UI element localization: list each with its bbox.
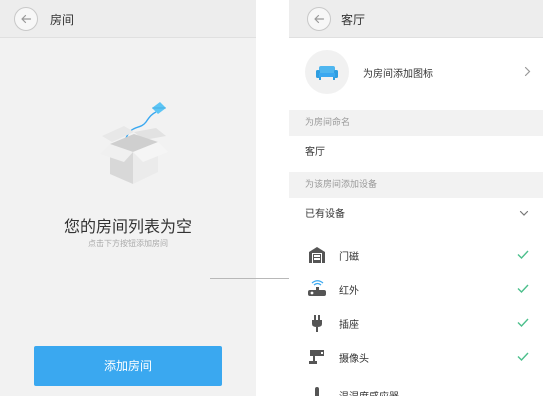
device-filter-value: 已有设备 — [305, 209, 345, 220]
page-title: 客厅 — [341, 13, 366, 27]
empty-state-subtitle: 点击下方按钮添加房间 — [88, 239, 168, 248]
check-icon — [517, 284, 529, 293]
empty-box-illustration — [100, 102, 168, 184]
infrared-icon — [308, 280, 326, 296]
device-label: 门磁 — [339, 252, 359, 263]
chevron-down-icon — [519, 210, 529, 216]
room-name-field[interactable]: 客厅 — [289, 136, 543, 169]
room-list-header: 房间 — [0, 0, 256, 38]
device-label: 插座 — [339, 320, 359, 331]
device-item-thermo-hygro-sensor[interactable]: 温湿度感应器 — [289, 378, 543, 396]
device-label: 红外 — [339, 286, 359, 297]
room-icon-avatar — [305, 50, 349, 94]
back-arrow-icon — [21, 14, 32, 24]
device-label: 温湿度感应器 — [339, 388, 399, 396]
room-list-screen: 房间 您的房间列表为空 点击下方按钮添加房间 添加房间 — [0, 0, 256, 396]
plug-icon — [312, 315, 322, 332]
name-section-header: 为房间命名 — [289, 110, 543, 136]
back-button[interactable] — [14, 7, 38, 31]
room-edit-screen: 客厅 为房间添加图标 为房间命名 客厅 为该房间添加设备 已有设备 门磁 红外 … — [289, 0, 543, 396]
device-label: 摄像头 — [339, 354, 369, 365]
back-arrow-icon — [314, 14, 325, 24]
thermometer-icon — [315, 387, 319, 396]
back-button[interactable] — [307, 7, 331, 31]
room-edit-header: 客厅 — [289, 0, 543, 38]
device-item-plug[interactable]: 插座 — [289, 306, 543, 339]
camera-icon — [309, 350, 324, 364]
device-filter-dropdown[interactable]: 已有设备 — [289, 198, 543, 231]
add-room-button[interactable]: 添加房间 — [34, 346, 222, 386]
page-title: 房间 — [50, 13, 75, 27]
check-icon — [517, 318, 529, 327]
door-sensor-icon — [309, 247, 325, 263]
add-room-icon-row[interactable]: 为房间添加图标 — [289, 38, 543, 106]
device-item-camera[interactable]: 摄像头 — [289, 340, 543, 373]
device-item-door-sensor[interactable]: 门磁 — [289, 238, 543, 271]
device-section-header: 为该房间添加设备 — [289, 172, 543, 198]
empty-state-title: 您的房间列表为空 — [63, 217, 192, 236]
check-icon — [517, 352, 529, 361]
sofa-icon — [316, 66, 338, 80]
add-icon-label: 为房间添加图标 — [363, 69, 433, 80]
check-icon — [517, 250, 529, 259]
device-item-infrared[interactable]: 红外 — [289, 272, 543, 305]
chevron-right-icon — [524, 66, 531, 77]
